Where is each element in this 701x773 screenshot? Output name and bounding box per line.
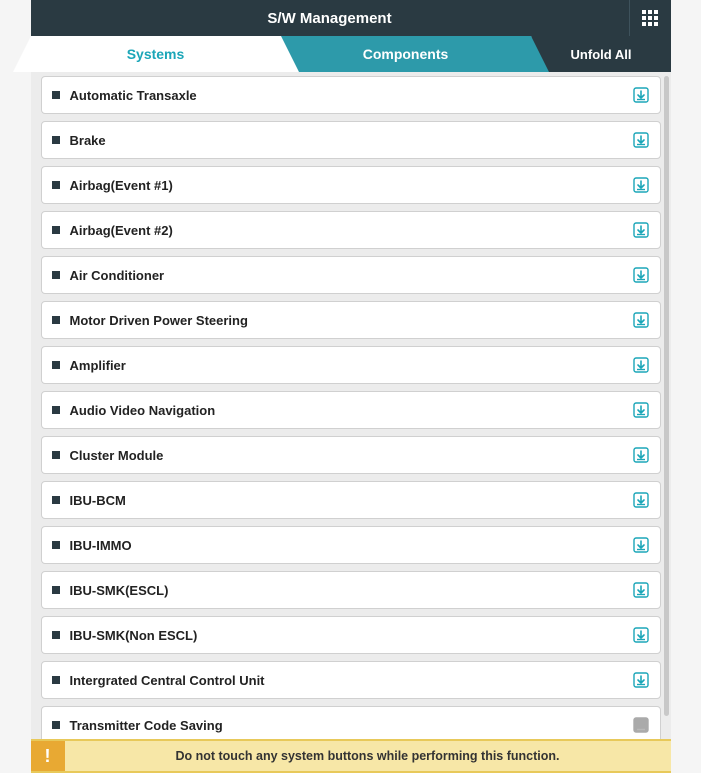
system-row[interactable]: Intergrated Central Control Unit [41, 661, 661, 699]
bullet-icon [52, 316, 60, 324]
system-row-label: Transmitter Code Saving [70, 718, 632, 733]
download-icon[interactable] [632, 581, 650, 599]
bullet-icon [52, 91, 60, 99]
system-row[interactable]: IBU-SMK(ESCL) [41, 571, 661, 609]
download-icon[interactable] [632, 176, 650, 194]
scrollbar[interactable] [664, 76, 669, 716]
bullet-icon [52, 361, 60, 369]
bullet-icon [52, 631, 60, 639]
bullet-icon [52, 136, 60, 144]
bullet-icon [52, 226, 60, 234]
tab-bar: Systems Components Unfold All [31, 36, 671, 72]
download-icon[interactable] [632, 221, 650, 239]
system-row[interactable]: IBU-IMMO [41, 526, 661, 564]
system-row-label: Airbag(Event #2) [70, 223, 632, 238]
bullet-icon [52, 406, 60, 414]
download-icon[interactable] [632, 131, 650, 149]
download-icon[interactable] [632, 446, 650, 464]
download-icon[interactable] [632, 626, 650, 644]
system-row[interactable]: IBU-BCM [41, 481, 661, 519]
system-row[interactable]: Airbag(Event #1) [41, 166, 661, 204]
bullet-icon [52, 496, 60, 504]
system-row[interactable]: Automatic Transaxle [41, 76, 661, 114]
system-row-label: Air Conditioner [70, 268, 632, 283]
system-row-label: Airbag(Event #1) [70, 178, 632, 193]
system-row[interactable]: Motor Driven Power Steering [41, 301, 661, 339]
system-row-label: Cluster Module [70, 448, 632, 463]
system-row-label: Audio Video Navigation [70, 403, 632, 418]
page-title: S/W Management [31, 10, 629, 27]
system-row-label: Amplifier [70, 358, 632, 373]
system-row[interactable]: IBU-SMK(Non ESCL) [41, 616, 661, 654]
bullet-icon [52, 586, 60, 594]
bullet-icon [52, 541, 60, 549]
system-row-label: Motor Driven Power Steering [70, 313, 632, 328]
bullet-icon [52, 721, 60, 729]
system-row-label: IBU-SMK(ESCL) [70, 583, 632, 598]
system-row[interactable]: Airbag(Event #2) [41, 211, 661, 249]
systems-list[interactable]: Automatic Transaxle Brake Airbag(Event #… [31, 72, 671, 739]
unfold-all-button[interactable]: Unfold All [531, 36, 671, 72]
app-window: S/W Management Systems Components Unfold… [31, 0, 671, 773]
system-row[interactable]: Brake [41, 121, 661, 159]
system-row-label: Intergrated Central Control Unit [70, 673, 632, 688]
system-row[interactable]: Air Conditioner [41, 256, 661, 294]
tab-components[interactable]: Components [281, 36, 531, 72]
download-icon[interactable] [632, 536, 650, 554]
apps-grid-button[interactable] [629, 0, 671, 36]
system-row[interactable]: Audio Video Navigation [41, 391, 661, 429]
system-row-label: IBU-SMK(Non ESCL) [70, 628, 632, 643]
bullet-icon [52, 271, 60, 279]
tab-systems[interactable]: Systems [31, 36, 281, 72]
download-icon[interactable] [632, 266, 650, 284]
download-icon[interactable] [632, 86, 650, 104]
system-row[interactable]: Transmitter Code Saving [41, 706, 661, 739]
warning-text: Do not touch any system buttons while pe… [65, 749, 671, 763]
download-icon[interactable] [632, 356, 650, 374]
system-row[interactable]: Amplifier [41, 346, 661, 384]
bullet-icon [52, 451, 60, 459]
system-row-label: IBU-BCM [70, 493, 632, 508]
title-bar: S/W Management [31, 0, 671, 36]
system-row[interactable]: Cluster Module [41, 436, 661, 474]
download-icon[interactable] [632, 491, 650, 509]
download-icon[interactable] [632, 401, 650, 419]
bullet-icon [52, 676, 60, 684]
warning-icon: ! [31, 741, 65, 771]
bullet-icon [52, 181, 60, 189]
system-row-label: Automatic Transaxle [70, 88, 632, 103]
download-icon[interactable] [632, 311, 650, 329]
grid-icon [642, 10, 658, 26]
warning-bar: ! Do not touch any system buttons while … [31, 739, 671, 773]
system-row-label: Brake [70, 133, 632, 148]
download-icon[interactable] [632, 671, 650, 689]
system-row-label: IBU-IMMO [70, 538, 632, 553]
upload-icon[interactable] [632, 716, 650, 734]
